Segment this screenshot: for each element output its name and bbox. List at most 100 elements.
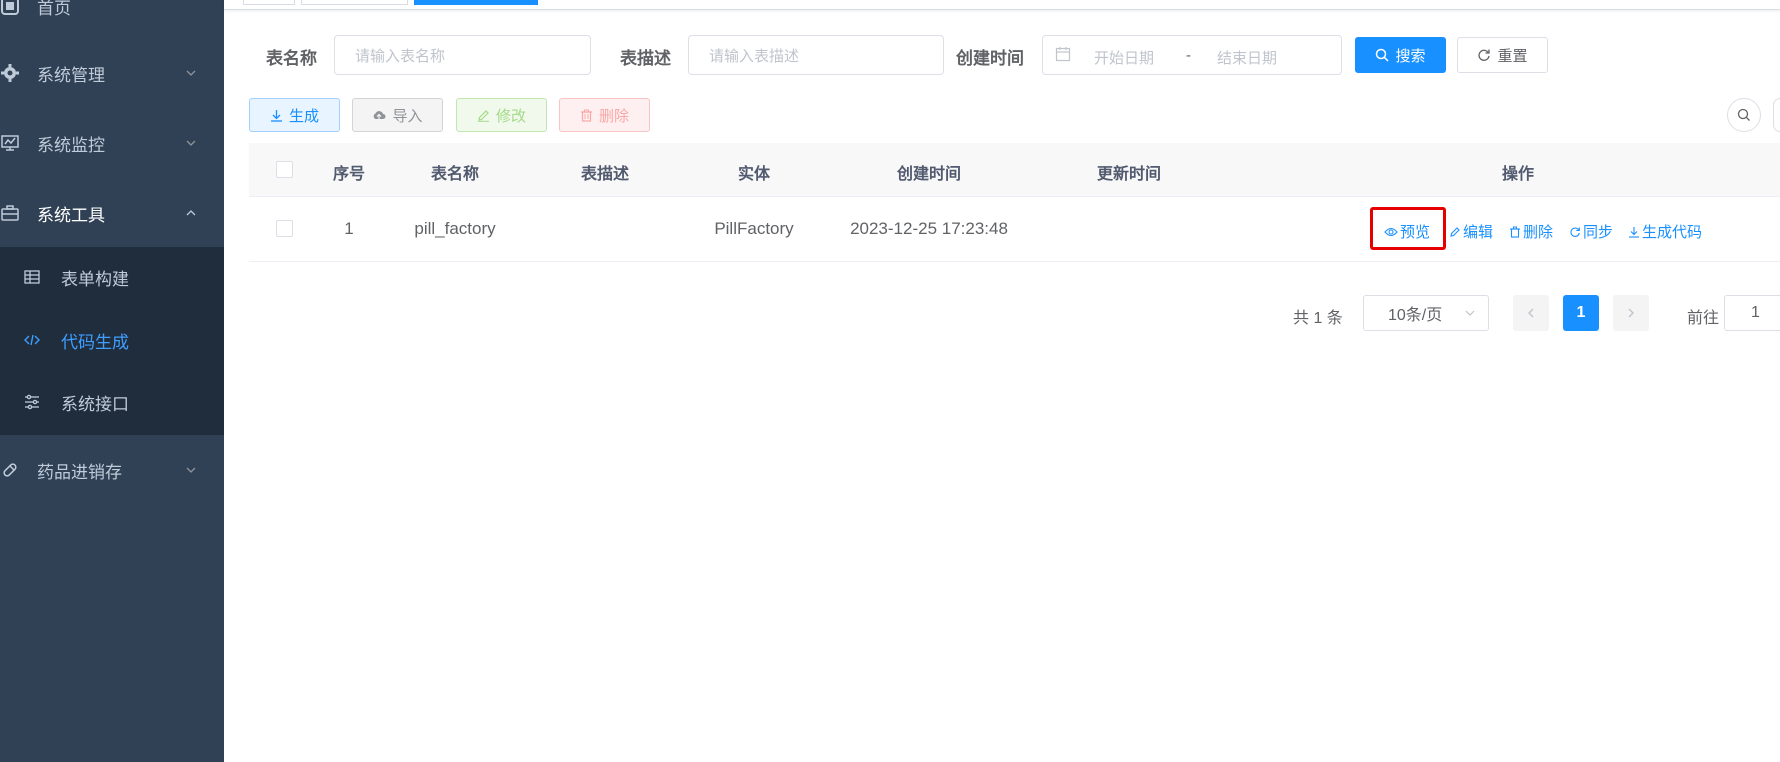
calendar-icon: [1055, 46, 1071, 65]
menu-item-system-management[interactable]: 系统管理: [0, 45, 224, 101]
cell-index: 1: [344, 219, 354, 238]
column-header: 创建时间: [896, 166, 962, 183]
menu-item-home[interactable]: 首页: [0, 0, 224, 34]
end-date-input[interactable]: 结束日期: [1217, 47, 1277, 68]
eye-icon: [1384, 227, 1398, 236]
generate-button[interactable]: 生成: [249, 98, 340, 132]
goto-page-value: 1: [1751, 304, 1760, 321]
edit-icon: [1450, 226, 1460, 237]
table-header: 序号 表名称 表描述 实体 创建时间 更新时间 操作: [249, 143, 1780, 197]
import-button[interactable]: 导入: [352, 98, 443, 132]
menu-item-label: 药品进销存: [37, 462, 122, 482]
column-header: 表描述: [580, 166, 630, 183]
toggle-search-button[interactable]: [1727, 98, 1761, 132]
trash-icon: [580, 109, 592, 122]
toolbox-icon: [0, 203, 20, 223]
delete-link-label: 删除: [1523, 224, 1554, 241]
create-time-range-picker[interactable]: [1042, 35, 1342, 75]
pill-icon: [0, 460, 20, 480]
download-icon: [270, 109, 282, 122]
preview-link-label: 预览: [1400, 224, 1431, 241]
monitor-icon: [0, 133, 20, 153]
goto-label: 前往: [1687, 310, 1720, 327]
table-name-label: 表名称: [266, 49, 317, 68]
reset-button[interactable]: 重置: [1457, 37, 1548, 73]
select-all-checkbox[interactable]: [276, 161, 293, 178]
chevron-left-icon: [1528, 308, 1534, 318]
row-checkbox[interactable]: [276, 220, 293, 237]
sliders-icon: [24, 394, 40, 410]
submenu-item-code-gen[interactable]: 代码生成: [0, 310, 224, 370]
search-button[interactable]: 搜索: [1355, 37, 1446, 73]
column-header: 更新时间: [1096, 166, 1162, 183]
menu-item-label: 系统工具: [37, 205, 105, 225]
sync-link[interactable]: 同步: [1569, 221, 1613, 242]
page-size-value: 10条/页: [1388, 307, 1443, 324]
table-icon: [24, 269, 40, 285]
main-content: 表名称 请输入表名称 表描述 请输入表描述 创建时间 开始日期 - 结束日期 搜…: [224, 0, 1780, 762]
download-icon: [1629, 226, 1639, 238]
generate-code-link-label: 生成代码: [1642, 224, 1703, 241]
delete-button-label: 删除: [598, 107, 629, 125]
delete-button[interactable]: 删除: [559, 98, 650, 132]
tag-view-item[interactable]: [301, 0, 408, 5]
start-date-input[interactable]: 开始日期: [1094, 47, 1154, 68]
cell-entity: PillFactory: [714, 219, 794, 238]
chevron-right-icon: [1628, 308, 1634, 318]
page-number-button[interactable]: 1: [1563, 295, 1599, 331]
trash-icon: [1510, 226, 1520, 238]
menu-item-pharmacy-inventory[interactable]: 药品进销存: [0, 442, 224, 498]
cell-table-name: pill_factory: [414, 219, 496, 238]
edit-button-label: 修改: [495, 107, 526, 125]
chevron-down-icon: [1465, 310, 1475, 316]
refresh-icon: [1570, 226, 1580, 237]
generate-code-link[interactable]: 生成代码: [1628, 221, 1702, 242]
submenu-item-form-builder[interactable]: 表单构建: [0, 247, 224, 307]
chevron-down-icon: [186, 70, 196, 76]
next-page-button[interactable]: [1613, 295, 1649, 331]
menu-item-system-monitor[interactable]: 系统监控: [0, 115, 224, 171]
tags-view-bar: [224, 0, 1780, 10]
pagination-total: 共 1 条: [1293, 310, 1343, 327]
table-desc-label: 表描述: [620, 49, 671, 68]
prev-page-button[interactable]: [1513, 295, 1549, 331]
column-header: 操作: [1501, 166, 1535, 183]
preview-link[interactable]: 预览: [1384, 221, 1430, 242]
edit-link-label: 编辑: [1463, 224, 1494, 241]
edit-icon: [477, 109, 489, 122]
submenu-system-tools: 表单构建 代码生成 系统接口: [0, 247, 224, 435]
search-button-label: 搜索: [1395, 47, 1426, 65]
range-separator: -: [1186, 47, 1191, 64]
edit-link[interactable]: 编辑: [1449, 221, 1493, 242]
tag-view-item[interactable]: [243, 0, 295, 5]
chevron-up-icon: [186, 210, 196, 216]
table-name-input[interactable]: 请输入表名称: [334, 35, 591, 75]
search-icon: [1737, 108, 1750, 121]
tag-view-item-active[interactable]: [414, 0, 538, 5]
submenu-item-label: 代码生成: [61, 332, 129, 352]
chevron-down-icon: [186, 140, 196, 146]
goto-page-input[interactable]: 1: [1724, 295, 1780, 331]
column-header: 序号: [332, 166, 366, 183]
edit-button[interactable]: 修改: [456, 98, 547, 132]
search-icon: [1376, 48, 1390, 62]
sync-link-label: 同步: [1583, 224, 1614, 241]
refresh-icon: [1478, 49, 1491, 61]
table-desc-input[interactable]: 请输入表描述: [688, 35, 944, 75]
page-size-select[interactable]: 10条/页: [1363, 295, 1489, 331]
cell-create-time: 2023-12-25 17:23:48: [850, 219, 1008, 238]
table-desc-placeholder: 请输入表描述: [709, 47, 800, 65]
refresh-table-button[interactable]: [1773, 98, 1780, 132]
menu-item-system-tools[interactable]: 系统工具: [0, 185, 224, 241]
chevron-down-icon: [186, 467, 196, 473]
submenu-item-system-api[interactable]: 系统接口: [0, 372, 224, 432]
menu-item-label: 系统监控: [37, 135, 105, 155]
code-icon: [24, 332, 40, 348]
cloud-upload-icon: [374, 110, 386, 119]
gear-icon: [0, 63, 20, 83]
submenu-item-label: 表单构建: [61, 269, 129, 289]
generate-button-label: 生成: [288, 107, 319, 125]
column-header: 表名称: [430, 166, 480, 183]
delete-link[interactable]: 删除: [1509, 221, 1553, 242]
import-button-label: 导入: [392, 107, 423, 125]
